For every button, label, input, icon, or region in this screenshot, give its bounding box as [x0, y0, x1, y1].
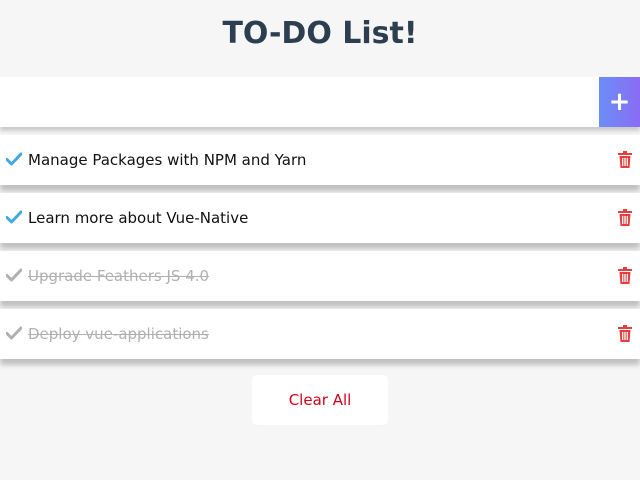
trash-icon[interactable]: [618, 267, 632, 284]
todo-text: Learn more about Vue-Native: [28, 209, 249, 227]
trash-icon[interactable]: [618, 151, 632, 168]
todo-item: Upgrade Feathers JS 4.0: [0, 251, 640, 301]
todo-app: TO-DO List! + Manage Packages with NPM a…: [0, 0, 640, 480]
check-icon[interactable]: [6, 268, 22, 282]
check-icon[interactable]: [6, 152, 22, 166]
todo-text: Manage Packages with NPM and Yarn: [28, 151, 307, 169]
check-icon[interactable]: [6, 210, 22, 224]
add-todo-button[interactable]: +: [599, 77, 640, 127]
clear-all-label: Clear All: [288, 391, 352, 409]
todo-text: Upgrade Feathers JS 4.0: [28, 267, 210, 285]
new-todo-input[interactable]: [0, 77, 600, 127]
todo-item: Manage Packages with NPM and Yarn: [0, 135, 640, 185]
trash-icon[interactable]: [618, 325, 632, 342]
todo-text: Deploy vue-applications: [28, 325, 209, 343]
page-title: TO-DO List!: [222, 16, 418, 51]
plus-icon: +: [608, 87, 631, 117]
check-icon[interactable]: [6, 326, 22, 340]
clear-all-button[interactable]: Clear All: [252, 375, 388, 425]
todo-item: Deploy vue-applications: [0, 309, 640, 359]
new-todo-bar: +: [0, 77, 640, 127]
todo-item: Learn more about Vue-Native: [0, 193, 640, 243]
trash-icon[interactable]: [618, 209, 632, 226]
todo-list: Manage Packages with NPM and Yarn Learn …: [0, 135, 640, 367]
